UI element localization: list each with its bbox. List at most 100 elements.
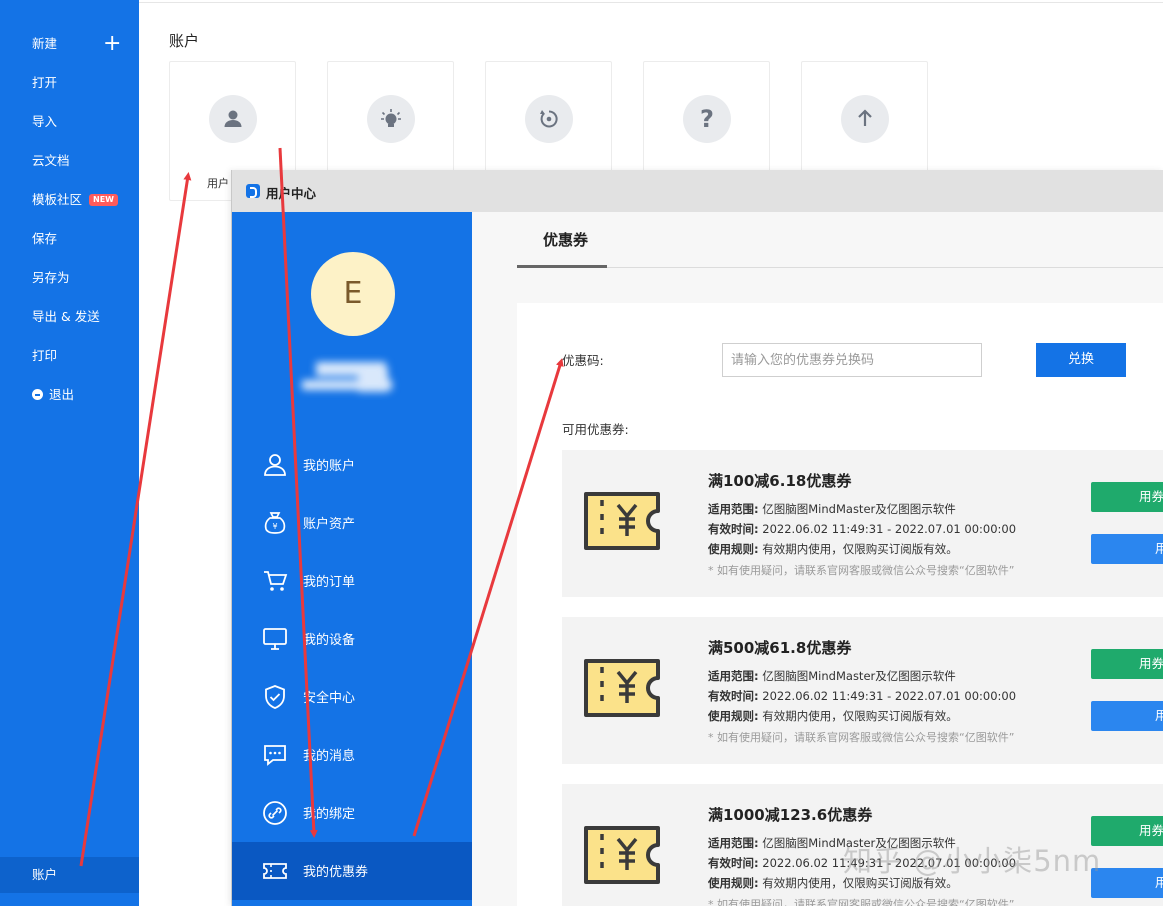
sidebar-item-label: 保存 [32,231,58,246]
message-icon [264,745,286,766]
menu-label: 我的优惠券 [303,865,369,880]
menu-label: 我的订单 [303,575,356,590]
user-center-window: 用户中心 E 我的账户 ¥ 账户资产 我的订单 我的设备 安全中心 我的消息 我… [231,170,1163,906]
rule-key: 使用规则: [708,709,759,723]
menu-label: 我的设备 [303,633,356,648]
window-title: 用户中心 [266,186,317,201]
time-key: 有效时间: [708,522,759,536]
coupon-note: * 如有使用疑问，请联系官网客服或微信公众号搜索“亿图软件” [708,564,1015,577]
top-divider [139,0,1163,3]
menu-security-center[interactable]: 安全中心 [232,668,472,726]
scope-value: 亿图脑图MindMaster及亿图图示软件 [762,669,956,683]
refresh-icon [525,95,573,143]
coupon-time: 有效时间: 2022.06.02 11:49:31 - 2022.07.01 0… [708,688,1016,704]
svg-text:¥: ¥ [272,522,277,531]
sidebar-item-label: 打印 [32,348,58,363]
coupon-rule: 使用规则: 有效期内使用，仅限购买订阅版有效。 [708,708,958,724]
use-button[interactable]: 用 [1091,534,1163,564]
sidebar-item-new[interactable]: 新建 [32,34,57,54]
sidebar-item-save[interactable]: 保存 [32,229,57,249]
menu-my-account[interactable]: 我的账户 [232,436,472,494]
rule-value: 有效期内使用，仅限购买订阅版有效。 [762,709,958,723]
tab-label: 优惠券 [543,231,589,249]
account-card-label: 用户 [207,177,229,190]
sidebar-item-label: 账户 [32,867,58,882]
watermark: 知乎 @小小柒5nm [843,844,1102,878]
lightbulb-icon [367,95,415,143]
menu-my-devices[interactable]: 我的设备 [232,610,472,668]
sidebar-item-label: 导出 & 发送 [32,309,100,324]
sidebar-item-label: 新建 [32,36,58,51]
plus-icon[interactable]: + [103,33,121,55]
menu-my-coupons[interactable]: 我的优惠券 [232,842,472,900]
coupon-title: 满500减61.8优惠券 [708,639,852,657]
rule-key: 使用规则: [708,876,759,890]
use-button[interactable]: 用 [1091,701,1163,731]
user-icon [264,454,286,476]
redeem-button[interactable]: 兑换 [1036,343,1126,377]
monitor-icon [263,628,287,650]
sidebar-item-import[interactable]: 导入 [32,112,57,132]
ticket-icon [263,863,287,879]
menu-label: 我的消息 [303,749,356,764]
scope-key: 适用范围: [708,836,759,850]
money-bag-icon: ¥ [264,512,286,534]
rule-value: 有效期内使用，仅限购买订阅版有效。 [762,542,958,556]
ticket-yen-icon [584,659,660,717]
shield-icon [265,685,285,709]
time-key: 有效时间: [708,856,759,870]
menu-label: 我的账户 [303,459,356,474]
menu-my-messages[interactable]: 我的消息 [232,726,472,784]
sidebar-item-exit[interactable]: 退出 [32,385,74,405]
menu-label: 安全中心 [303,691,356,706]
coupon-time: 有效时间: 2022.06.02 11:49:31 - 2022.07.01 0… [708,521,1016,537]
sidebar-item-export-send[interactable]: 导出 & 发送 [32,307,100,327]
coupon-main: 优惠券 优惠码: 兑换 可用优惠券: 满100减6.18优惠券适用范围: 亿图脑… [472,212,1163,906]
use-coupon-button[interactable]: 用券 [1091,649,1163,679]
tab-coupons[interactable]: 优惠券 [517,212,607,268]
sidebar-item-open[interactable]: 打开 [32,73,57,93]
app-sidebar: 新建 + 打开 导入 云文档 模板社区 NEW 保存 另存为 导出 & 发送 打印… [0,0,139,906]
coupon-card: 满500减61.8优惠券 适用范围: 亿图脑图MindMaster及亿图图示软件有… [562,617,1163,764]
sidebar-item-account[interactable]: 账户 [0,857,139,893]
ticket-yen-icon [584,492,660,550]
coupon-title: 满1000减123.6优惠券 [708,806,873,824]
sidebar-item-cloud-docs[interactable]: 云文档 [32,151,70,171]
use-button[interactable]: 用 [1091,868,1163,898]
use-coupon-button[interactable]: 用券 [1091,816,1163,846]
coupon-scope: 适用范围: 亿图脑图MindMaster及亿图图示软件 [708,668,956,684]
avatar[interactable]: E [311,252,395,336]
rule-key: 使用规则: [708,542,759,556]
sidebar-item-label: 打开 [32,75,58,90]
app-root: 新建 + 打开 导入 云文档 模板社区 NEW 保存 另存为 导出 & 发送 打印… [0,0,1163,906]
coupon-rule: 使用规则: 有效期内使用，仅限购买订阅版有效。 [708,541,958,557]
sidebar-item-label: 退出 [49,387,75,402]
username-redacted [302,358,392,400]
available-coupons-label: 可用优惠券: [562,422,629,437]
scope-value: 亿图脑图MindMaster及亿图图示软件 [762,502,956,516]
menu-label: 我的绑定 [303,807,356,822]
page-title: 账户 [169,32,200,50]
use-coupon-button[interactable]: 用券 [1091,482,1163,512]
menu-my-bindings[interactable]: 我的绑定 [232,784,472,842]
coupon-panel: 优惠码: 兑换 可用优惠券: 满100减6.18优惠券适用范围: 亿图脑图Min… [517,303,1163,906]
coupon-title: 满100减6.18优惠券 [708,472,852,490]
sidebar-item-save-as[interactable]: 另存为 [32,268,70,288]
coupon-code-input[interactable] [722,343,982,377]
sidebar-item-template-community[interactable]: 模板社区 NEW [32,190,118,210]
window-titlebar: 用户中心 [232,170,1163,212]
coupon-code-label: 优惠码: [562,353,604,368]
scope-key: 适用范围: [708,502,759,516]
sidebar-item-label: 模板社区 [32,192,83,207]
sidebar-item-print[interactable]: 打印 [32,346,57,366]
cart-icon [264,571,288,591]
menu-my-orders[interactable]: 我的订单 [232,552,472,610]
time-key: 有效时间: [708,689,759,703]
minus-circle-icon [32,389,43,400]
coupon-note: * 如有使用疑问，请联系官网客服或微信公众号搜索“亿图软件” [708,731,1015,744]
menu-account-assets[interactable]: ¥ 账户资产 [232,494,472,552]
question-icon: ? [683,95,731,143]
upload-arrow-icon [841,95,889,143]
sidebar-item-label: 云文档 [32,153,70,168]
new-badge: NEW [89,194,118,206]
